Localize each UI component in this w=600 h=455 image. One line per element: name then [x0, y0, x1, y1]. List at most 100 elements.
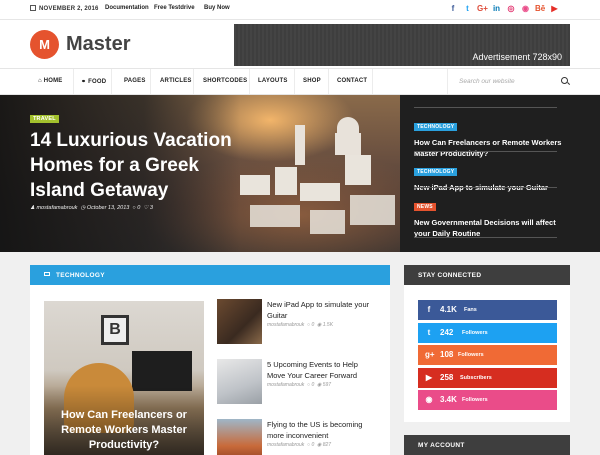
- hero-category-tag[interactable]: TRAVEL: [30, 115, 59, 123]
- section-title[interactable]: TECHNOLOGY: [56, 272, 105, 279]
- social-counter[interactable]: ◉ 3.4K Followers: [418, 390, 557, 410]
- facebook-icon[interactable]: f: [448, 4, 458, 14]
- hero-comments[interactable]: 0: [137, 205, 140, 211]
- nav-divider: [372, 69, 373, 94]
- nav-divider: [111, 69, 112, 94]
- linkedin-icon[interactable]: in: [492, 4, 502, 14]
- side-item-title[interactable]: How Can Freelancers or Remote Workers Ma…: [414, 137, 564, 159]
- widget-title: MY ACCOUNT: [418, 442, 465, 449]
- google-plus-icon[interactable]: G+: [477, 4, 488, 14]
- counter-label: Followers: [462, 397, 488, 403]
- post-meta: mostafamabrouk ○ 0 ◉ 827: [267, 442, 332, 448]
- nav-item-food[interactable]: ⚭ FOOD: [81, 78, 106, 85]
- hero-building: [345, 155, 371, 185]
- counter-label: Followers: [462, 329, 488, 336]
- nav-item-contact[interactable]: CONTACT: [337, 78, 367, 84]
- search-input[interactable]: Search our website: [459, 78, 515, 85]
- technology-section: TECHNOLOGY B How Can Freelancers or Remo…: [30, 265, 390, 455]
- nav-divider: [73, 69, 74, 94]
- hero-building: [300, 183, 340, 201]
- monitor-icon: [44, 272, 50, 276]
- post-title[interactable]: Flying to the US is becoming more inconv…: [267, 419, 377, 441]
- side-item-tag[interactable]: TECHNOLOGY: [414, 168, 458, 176]
- section-header: TECHNOLOGY: [30, 265, 390, 285]
- advertisement-banner[interactable]: Advertisement 728x90: [234, 24, 570, 66]
- instagram-icon[interactable]: ◎: [506, 4, 516, 14]
- twitter-icon[interactable]: t: [463, 4, 473, 14]
- hero-side-item[interactable]: NEWS New Governmental Decisions will aff…: [414, 195, 564, 239]
- post-thumbnail[interactable]: [217, 419, 262, 455]
- hero-building: [275, 167, 297, 195]
- hero-building: [335, 133, 361, 155]
- counter-label: Followers: [458, 352, 484, 358]
- hero-title[interactable]: 14 Luxurious Vacation Homes for a Greek …: [30, 128, 240, 203]
- hero-date: October 13, 2013: [86, 205, 130, 211]
- free-testdrive-link[interactable]: Free Testdrive: [154, 5, 195, 11]
- side-item-tag[interactable]: TECHNOLOGY: [414, 123, 458, 131]
- documentation-link[interactable]: Documentation: [105, 5, 149, 11]
- side-item-title[interactable]: New Governmental Decisions will affect y…: [414, 217, 564, 239]
- site-logo-text[interactable]: Master: [66, 33, 130, 56]
- hero-side-item[interactable]: TECHNOLOGY New iPad App to simulate your…: [414, 160, 564, 193]
- side-divider: [414, 107, 557, 108]
- counter-value: 3.4K: [440, 395, 457, 404]
- counter-value: 108: [440, 350, 454, 359]
- widget-header: STAY CONNECTED: [404, 265, 570, 285]
- featured-post[interactable]: B How Can Freelancers or Remote Workers …: [44, 301, 204, 455]
- counter-value: 4.1K: [440, 305, 457, 314]
- facebook-icon: f: [427, 305, 431, 314]
- nav-item-home[interactable]: ⌂ HOME: [38, 78, 63, 84]
- hero-windmill: [295, 125, 305, 165]
- logo-icon[interactable]: M: [30, 30, 59, 59]
- featured-post-title[interactable]: How Can Freelancers or Remote Workers Ma…: [52, 408, 196, 453]
- counter-label: Subscribers: [460, 374, 492, 381]
- dribbble-icon: ◉: [425, 395, 433, 404]
- search-icon[interactable]: [561, 77, 568, 84]
- buy-now-link[interactable]: Buy Now: [204, 5, 230, 11]
- post-title[interactable]: New iPad App to simulate your Guitar: [267, 299, 377, 321]
- social-counter[interactable]: t 242 Followers: [418, 322, 557, 343]
- user-icon: ♟: [30, 205, 35, 211]
- comment-icon: ○: [132, 205, 136, 211]
- post-meta: mostafamabrouk ○ 0 ◉ 597: [267, 382, 332, 388]
- counter-value: 258: [440, 372, 454, 382]
- hero-building: [350, 195, 395, 225]
- side-divider: [414, 151, 557, 152]
- hero-likes[interactable]: 3: [150, 205, 153, 211]
- dribbble-icon[interactable]: ◉: [521, 4, 531, 14]
- post-meta: mostafamabrouk ○ 0 ◉ 1.5K: [267, 322, 334, 328]
- side-divider: [414, 237, 557, 238]
- google-plus-icon: g+: [425, 350, 435, 359]
- top-bar: NOVEMBER 2, 2016 Documentation Free Test…: [0, 0, 600, 20]
- site-header: M Master Advertisement 728x90: [0, 20, 600, 68]
- nav-item-shortcodes[interactable]: SHORTCODES: [203, 78, 247, 84]
- post-thumbnail[interactable]: [217, 359, 262, 404]
- social-counter[interactable]: g+ 108 Followers: [418, 345, 557, 365]
- current-date: NOVEMBER 2, 2016: [30, 5, 99, 12]
- nav-item-articles[interactable]: ARTICLES: [160, 78, 192, 84]
- nav-item-shop[interactable]: SHOP: [303, 78, 321, 84]
- hero-meta: ♟ mostafamabrouk ◷ October 13, 2013 ○ 0 …: [30, 205, 153, 211]
- clock-icon: ◷: [80, 205, 86, 211]
- counter-value: 242: [440, 327, 454, 337]
- hero-author[interactable]: mostafamabrouk: [36, 205, 77, 211]
- post-thumbnail[interactable]: [217, 299, 262, 344]
- youtube-icon[interactable]: ▶: [550, 4, 560, 14]
- side-item-tag[interactable]: NEWS: [414, 203, 436, 211]
- hero-building: [240, 175, 270, 195]
- nav-divider: [294, 69, 295, 94]
- social-counter[interactable]: f 4.1K Fans: [418, 300, 557, 320]
- social-counter[interactable]: ▶ 258 Subscribers: [418, 367, 557, 388]
- post-title[interactable]: 5 Upcoming Events to Help Move Your Care…: [267, 359, 377, 381]
- my-account-widget-header: MY ACCOUNT: [404, 435, 570, 455]
- counter-label: Fans: [464, 307, 477, 313]
- nav-item-layouts[interactable]: LAYOUTS: [258, 78, 288, 84]
- twitter-icon: t: [427, 327, 431, 337]
- hero-slider[interactable]: TRAVEL 14 Luxurious Vacation Homes for a…: [0, 95, 600, 252]
- behance-icon[interactable]: Bē: [535, 4, 545, 14]
- hero-side-item[interactable]: TECHNOLOGY How Can Freelancers or Remote…: [414, 115, 564, 159]
- youtube-icon: ▶: [425, 372, 433, 382]
- nav-divider: [249, 69, 250, 94]
- nav-item-pages[interactable]: PAGES: [124, 78, 146, 84]
- home-icon: ⌂: [38, 78, 42, 84]
